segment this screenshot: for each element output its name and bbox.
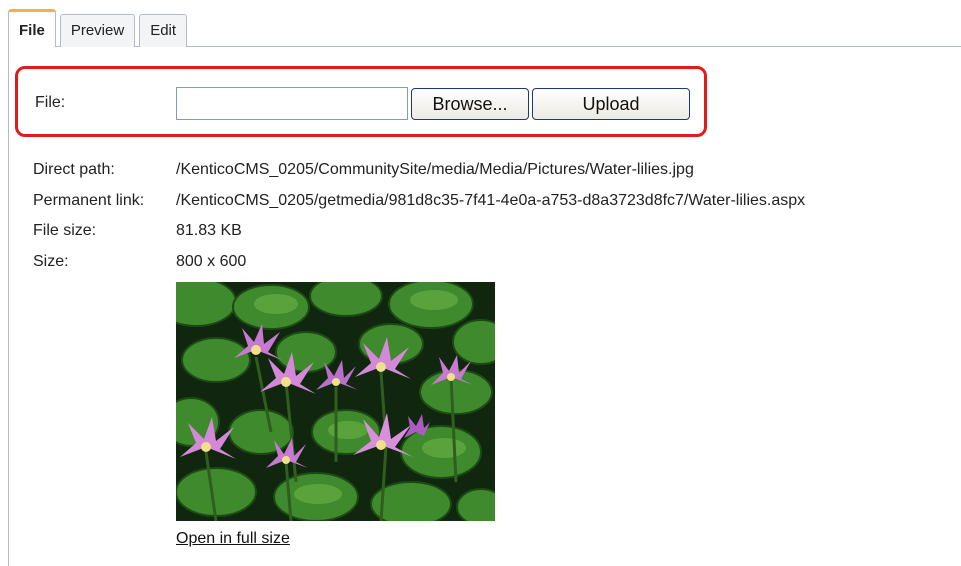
upload-highlight-box: File: Browse... Upload <box>15 66 707 137</box>
upload-button[interactable]: Upload <box>532 88 690 120</box>
tab-strip: File Preview Edit <box>8 9 191 47</box>
permanent-link-value: /KenticoCMS_0205/getmedia/981d8c35-7f41-… <box>176 192 806 209</box>
open-full-size-link[interactable]: Open in full size <box>176 530 290 548</box>
file-label: File: <box>35 94 66 111</box>
permanent-link-label: Permanent link: <box>33 192 145 209</box>
direct-path-label: Direct path: <box>33 161 115 178</box>
water-lilies-image <box>176 282 495 521</box>
size-label: Size: <box>33 253 69 270</box>
file-size-value: 81.83 KB <box>176 222 242 239</box>
tab-preview[interactable]: Preview <box>59 14 136 47</box>
size-value: 800 x 600 <box>176 253 247 270</box>
file-path-input[interactable] <box>176 87 408 120</box>
browse-button[interactable]: Browse... <box>411 88 529 120</box>
tab-edit[interactable]: Edit <box>139 14 188 47</box>
tab-file[interactable]: File <box>8 9 56 47</box>
direct-path-value: /KenticoCMS_0205/CommunitySite/media/Med… <box>176 161 694 178</box>
file-size-label: File size: <box>33 222 97 239</box>
content-left-border <box>8 46 9 566</box>
